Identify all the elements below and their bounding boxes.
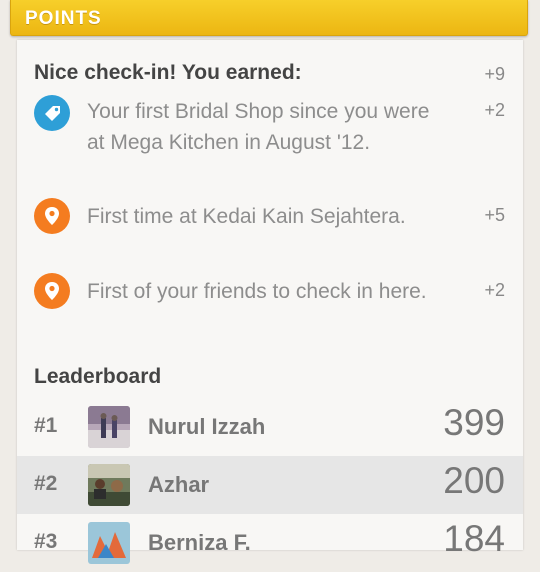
earned-title: Nice check-in! You earned: <box>34 61 302 84</box>
reason-text-first-friends: First of your friends to check in here. <box>87 280 427 303</box>
leaderboard-rank: #3 <box>34 530 58 553</box>
reason-text-bridal-shop: Your first Bridal Shop since you were at… <box>87 100 430 154</box>
leaderboard-rank: #1 <box>34 414 58 437</box>
points-card: Nice check-in! You earned: +9 Your first… <box>17 40 523 564</box>
reason-text-first-time: First time at Kedai Kain Sejahtera. <box>87 205 406 228</box>
reason-points-first-friends: +2 <box>484 280 505 300</box>
leaderboard-rank: #2 <box>34 472 58 495</box>
leaderboard-score: 399 <box>443 402 505 443</box>
leaderboard-score: 184 <box>443 518 505 559</box>
total-points: +9 <box>484 64 505 84</box>
leaderboard-name[interactable]: Azhar <box>148 472 209 498</box>
location-pin-icon <box>34 198 70 234</box>
reason-points-first-time: +5 <box>484 205 505 225</box>
header-title: POINTS <box>25 8 102 29</box>
leaderboard-row[interactable]: #1 Nurul Izzah 399 <box>17 398 523 456</box>
location-pin-icon <box>34 273 70 309</box>
avatar[interactable] <box>88 522 130 564</box>
leaderboard-row-current-user[interactable]: #2 Azhar 200 <box>17 456 523 514</box>
points-header: POINTS <box>10 0 528 36</box>
price-tag-icon <box>34 95 70 131</box>
avatar[interactable] <box>88 406 130 448</box>
reason-points-bridal-shop: +2 <box>484 100 505 120</box>
leaderboard-name[interactable]: Berniza F. <box>148 530 251 556</box>
avatar[interactable] <box>88 464 130 506</box>
leaderboard-name[interactable]: Nurul Izzah <box>148 414 265 440</box>
leaderboard-row[interactable]: #3 Berniza F. 184 <box>17 514 523 572</box>
leaderboard-title: Leaderboard <box>34 365 162 388</box>
leaderboard-score: 200 <box>443 460 505 501</box>
